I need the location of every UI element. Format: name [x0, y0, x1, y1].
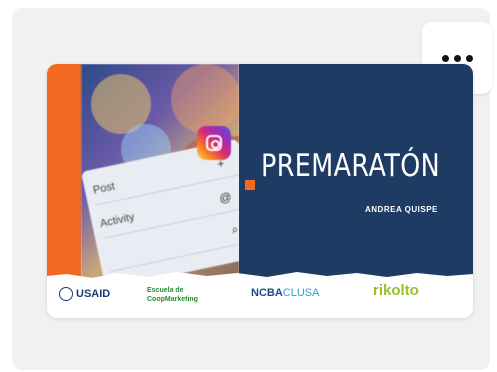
presentation-author: ANDREA QUISPE — [365, 205, 438, 214]
orange-square — [245, 180, 255, 190]
usaid-seal-icon — [59, 287, 73, 301]
threads-icon: @ — [217, 188, 233, 206]
escuela-logo: Escuela de CoopMarketing — [147, 287, 198, 303]
ncba-clusa-logo: NCBACLUSA — [251, 287, 320, 299]
cover-photo: Post + Activity @ ⌕ — [81, 64, 239, 278]
phone-row-label: Post — [91, 179, 116, 197]
rikolto-logo: rikolto — [373, 282, 419, 299]
presentation-thumbnail[interactable]: Post + Activity @ ⌕ PREMARATÓN ANDREA QUIS… — [47, 64, 473, 318]
presentation-title: PREMARATÓN — [261, 148, 441, 184]
orange-accent-bar — [47, 64, 81, 278]
instagram-icon — [197, 126, 231, 160]
usaid-logo: USAID — [59, 287, 110, 301]
more-horizontal-icon — [441, 54, 473, 62]
partner-logos: USAID Escuela de CoopMarketing NCBACLUSA… — [47, 278, 473, 318]
phone-row-label: Activity — [98, 210, 136, 230]
search-icon: ⌕ — [230, 221, 239, 237]
title-panel: PREMARATÓN ANDREA QUISPE — [239, 64, 473, 278]
